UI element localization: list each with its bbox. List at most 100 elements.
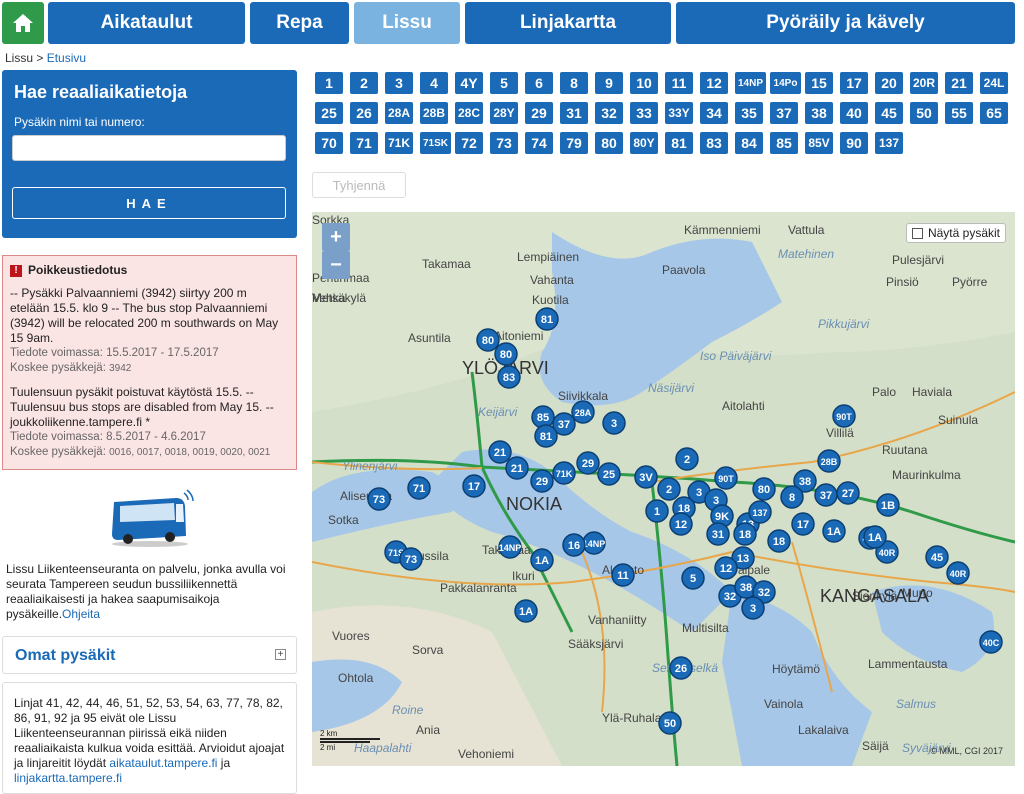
map[interactable]: Kämmenniemi Vattula Takamaa Lempiäinen Vahan… <box>312 212 1015 766</box>
route-button[interactable]: 4 <box>420 72 448 94</box>
bus-marker[interactable]: 45 <box>925 545 949 569</box>
route-button[interactable]: 90 <box>840 132 868 154</box>
route-button[interactable]: 5 <box>490 72 518 94</box>
route-button[interactable]: 2 <box>350 72 378 94</box>
bus-marker[interactable]: 80 <box>494 342 518 366</box>
route-button[interactable]: 31 <box>560 102 588 124</box>
route-button[interactable]: 37 <box>770 102 798 124</box>
bus-marker[interactable]: 26 <box>669 656 693 680</box>
show-stops-checkbox[interactable] <box>911 227 923 239</box>
route-button[interactable]: 14NP <box>735 72 766 94</box>
bus-marker[interactable]: 137 <box>748 500 772 524</box>
route-button[interactable]: 29 <box>525 102 553 124</box>
search-button[interactable]: HAE <box>12 187 286 219</box>
bus-marker[interactable]: 71 <box>407 476 431 500</box>
route-button[interactable]: 81 <box>665 132 693 154</box>
route-button[interactable]: 12 <box>700 72 728 94</box>
route-button[interactable]: 65 <box>980 102 1008 124</box>
bus-marker[interactable]: 16 <box>562 533 586 557</box>
bus-marker[interactable]: 1A <box>530 548 554 572</box>
route-button[interactable]: 9 <box>595 72 623 94</box>
route-button[interactable]: 137 <box>875 132 903 154</box>
bus-marker[interactable]: 21 <box>505 456 529 480</box>
route-button[interactable]: 34 <box>700 102 728 124</box>
bus-marker[interactable]: 1B <box>876 493 900 517</box>
route-button[interactable]: 21 <box>945 72 973 94</box>
route-map-link[interactable]: linjakartta.tampere.fi <box>14 771 122 785</box>
route-button[interactable]: 73 <box>490 132 518 154</box>
bus-marker[interactable]: 17 <box>791 512 815 536</box>
bus-marker[interactable]: 1 <box>645 499 669 523</box>
route-button[interactable]: 33Y <box>665 102 693 124</box>
route-button[interactable]: 71 <box>350 132 378 154</box>
route-button[interactable]: 50 <box>910 102 938 124</box>
route-button[interactable]: 70 <box>315 132 343 154</box>
bus-marker[interactable]: 29 <box>530 469 554 493</box>
help-link[interactable]: Ohjeita <box>62 607 100 621</box>
nav-linjakartta[interactable]: Linjakartta <box>465 2 671 44</box>
stop-search-input[interactable] <box>12 135 286 161</box>
nav-lissu[interactable]: Lissu <box>354 2 460 44</box>
route-button[interactable]: 28Y <box>490 102 518 124</box>
bus-marker[interactable]: 31 <box>706 522 730 546</box>
home-button[interactable] <box>2 2 44 44</box>
bus-marker[interactable]: 28A <box>571 400 595 424</box>
nav-aikataulut[interactable]: Aikataulut <box>48 2 245 44</box>
route-button[interactable]: 11 <box>665 72 693 94</box>
bus-marker[interactable]: 1A <box>822 519 846 543</box>
bus-marker[interactable]: 73 <box>399 547 423 571</box>
bus-marker[interactable]: 18 <box>733 522 757 546</box>
bus-marker[interactable]: 37 <box>814 483 838 507</box>
route-button[interactable]: 45 <box>875 102 903 124</box>
route-button[interactable]: 85 <box>770 132 798 154</box>
map-canvas[interactable]: Kämmenniemi Vattula Takamaa Lempiäinen Vahan… <box>312 212 1015 766</box>
route-button[interactable]: 3 <box>385 72 413 94</box>
route-button[interactable]: 26 <box>350 102 378 124</box>
bus-marker[interactable]: 3V <box>634 465 658 489</box>
bus-marker[interactable]: 90T <box>832 404 856 428</box>
show-stops-toggle[interactable]: Näytä pysäkit <box>905 223 1006 243</box>
bus-marker[interactable]: 73 <box>367 487 391 511</box>
route-button[interactable]: 8 <box>560 72 588 94</box>
bus-marker[interactable]: 29 <box>576 451 600 475</box>
bus-marker[interactable]: 3 <box>602 411 626 435</box>
route-button[interactable]: 24L <box>980 72 1008 94</box>
timetable-link[interactable]: aikataulut.tampere.fi <box>109 756 217 770</box>
route-button[interactable]: 80Y <box>630 132 658 154</box>
route-button[interactable]: 15 <box>805 72 833 94</box>
bus-marker[interactable]: 12 <box>669 512 693 536</box>
bus-marker[interactable]: 1A <box>514 599 538 623</box>
bus-marker[interactable]: 50 <box>658 711 682 735</box>
route-button[interactable]: 79 <box>560 132 588 154</box>
route-button[interactable]: 83 <box>700 132 728 154</box>
bus-marker[interactable]: 81 <box>535 307 559 331</box>
bus-marker[interactable]: 3 <box>741 596 765 620</box>
bus-marker[interactable]: 11 <box>611 563 635 587</box>
route-button[interactable]: 10 <box>630 72 658 94</box>
route-button[interactable]: 17 <box>840 72 868 94</box>
my-stops-panel[interactable]: Omat pysäkit + <box>2 636 297 674</box>
route-button[interactable]: 4Y <box>455 72 483 94</box>
bus-marker[interactable]: 81 <box>534 424 558 448</box>
bus-marker[interactable]: 28B <box>817 449 841 473</box>
route-button[interactable]: 84 <box>735 132 763 154</box>
bus-marker[interactable]: 1A <box>863 525 887 549</box>
route-button[interactable]: 6 <box>525 72 553 94</box>
route-button[interactable]: 20R <box>910 72 938 94</box>
route-button[interactable]: 35 <box>735 102 763 124</box>
bus-marker[interactable]: 18 <box>767 529 791 553</box>
bus-marker[interactable]: 40R <box>946 561 970 585</box>
bus-marker[interactable]: 83 <box>497 365 521 389</box>
route-button[interactable]: 33 <box>630 102 658 124</box>
route-button[interactable]: 14Po <box>770 72 801 94</box>
route-button[interactable]: 40 <box>840 102 868 124</box>
bus-marker[interactable]: 25 <box>597 462 621 486</box>
nav-pyoraily[interactable]: Pyöräily ja kävely <box>676 2 1015 44</box>
nav-repa[interactable]: Repa <box>250 2 349 44</box>
zoom-in-button[interactable]: + <box>322 223 350 251</box>
zoom-out-button[interactable]: − <box>322 251 350 279</box>
route-button[interactable]: 80 <box>595 132 623 154</box>
bus-marker[interactable]: 80 <box>476 328 500 352</box>
bus-marker[interactable]: 14NP <box>498 535 522 559</box>
bus-marker[interactable]: 40C <box>979 630 1003 654</box>
